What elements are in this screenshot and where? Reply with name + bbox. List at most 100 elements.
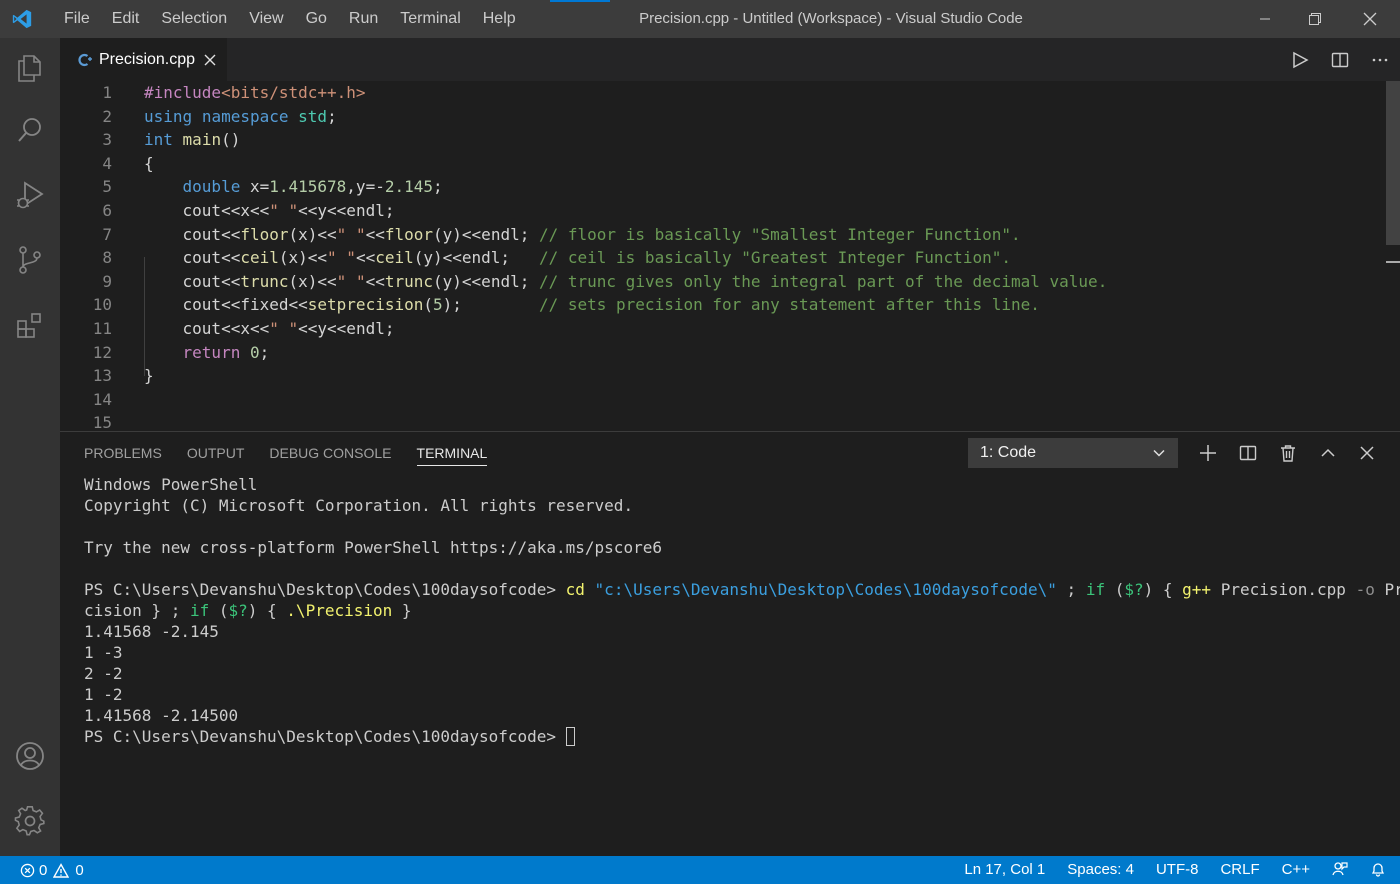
code-line[interactable]: 8 cout<<ceil(x)<<" "<<ceil(y)<<endl; // … [60, 246, 1380, 270]
terminal-text: 1 -3 [84, 643, 123, 662]
status-problems[interactable]: 0 0 [20, 856, 84, 884]
vscode-logo-icon [12, 9, 32, 29]
menu-help[interactable]: Help [472, 10, 527, 28]
code-line[interactable]: 1 #include<bits/stdc++.h> [60, 81, 1380, 105]
cursor-position[interactable]: Ln 17, Col 1 [953, 856, 1056, 884]
code-token: // trunc gives only the integral part of… [538, 271, 1108, 291]
code-token: <<y<<endl; [298, 319, 395, 338]
minimize-button[interactable] [1240, 0, 1290, 38]
code-line[interactable]: 6 cout<<x<<" "<<y<<endl; [60, 199, 1380, 223]
close-panel-button[interactable] [1352, 438, 1382, 468]
close-icon[interactable] [203, 53, 217, 67]
code-token: floor [384, 224, 434, 244]
menu-go[interactable]: Go [295, 10, 338, 28]
run-debug-button[interactable] [0, 167, 60, 223]
code-line[interactable]: 5 double x=1.415678,y=-2.145; [60, 175, 1380, 199]
code-token: cout<<fixed<< [144, 295, 308, 315]
code-token: } [144, 366, 154, 386]
code-line[interactable]: 12 return 0; [60, 341, 1380, 365]
menu-terminal[interactable]: Terminal [389, 10, 471, 28]
new-terminal-button[interactable] [1193, 438, 1223, 468]
menu-view[interactable]: View [238, 10, 294, 28]
files-icon [18, 55, 41, 82]
code-line[interactable]: 3 int main() [60, 128, 1380, 152]
bottom-panel: PROBLEMS OUTPUT DEBUG CONSOLE TERMINAL 1… [60, 431, 1400, 857]
tab-precision-cpp[interactable]: Precision.cpp [60, 38, 227, 81]
terminal-select-value: 1: Code [980, 444, 1037, 461]
menu-file[interactable]: File [53, 10, 101, 28]
code-line[interactable]: 15 [60, 411, 1380, 431]
code-text: cout<<trunc(x)<<" "<<trunc(y)<<endl; // … [144, 270, 1108, 294]
code-token: // sets precision for any statement afte… [538, 295, 1040, 315]
code-line[interactable]: 9 cout<<trunc(x)<<" "<<trunc(y)<<endl; /… [60, 270, 1380, 294]
close-window-button[interactable] [1345, 0, 1395, 38]
code-token: trunc [240, 271, 289, 291]
search-button[interactable] [0, 102, 60, 158]
terminal-text: .\Precision [286, 601, 393, 620]
tab-output[interactable]: OUTPUT [187, 432, 245, 474]
notifications-button[interactable] [1359, 856, 1400, 884]
restore-button[interactable] [1290, 0, 1340, 38]
code-line[interactable]: 10 cout<<fixed<<setprecision(5); // sets… [60, 293, 1380, 317]
menu-edit[interactable]: Edit [101, 10, 151, 28]
tab-terminal[interactable]: TERMINAL [416, 432, 487, 474]
terminal-line: 1.41568 -2.14500 [84, 705, 1384, 726]
code-token: namespace [201, 106, 289, 126]
code-line[interactable]: 13} [60, 364, 1380, 388]
menu-selection[interactable]: Selection [150, 10, 238, 28]
editor-scrollbar[interactable] [1386, 81, 1400, 245]
manage-button[interactable] [0, 793, 60, 849]
code-token: double [182, 177, 241, 197]
code-editor[interactable]: 1 #include<bits/stdc++.h> 2 using namespace… [60, 81, 1400, 431]
source-control-icon [19, 246, 41, 274]
line-number: 3 [102, 130, 112, 150]
gear-icon [14, 805, 45, 836]
code-line[interactable]: 2 using namespace std; [60, 105, 1380, 129]
language-mode[interactable]: C++ [1271, 856, 1321, 884]
run-code-button[interactable] [1280, 38, 1320, 81]
code-token: " " [269, 201, 299, 220]
code-token: (y)<<endl; [433, 224, 539, 244]
code-line[interactable]: 14 [60, 388, 1380, 412]
terminal-select[interactable]: 1: Code [968, 438, 1178, 468]
code-line[interactable]: 7 cout<<floor(x)<<" "<<floor(y)<<endl; /… [60, 223, 1380, 247]
terminal-output[interactable]: Windows PowerShell Copyright (C) Microsof… [84, 474, 1400, 747]
menu-run[interactable]: Run [338, 10, 389, 28]
split-terminal-button[interactable] [1233, 438, 1263, 468]
terminal-text: cision } ; [84, 601, 190, 620]
line-number: 12 [92, 342, 112, 362]
end-of-line[interactable]: CRLF [1209, 856, 1270, 884]
code-token: // floor is basically "Smallest Integer … [538, 224, 1021, 244]
kill-terminal-button[interactable] [1273, 438, 1303, 468]
code-text: } [144, 364, 154, 388]
extensions-button[interactable] [0, 297, 60, 353]
encoding[interactable]: UTF-8 [1145, 856, 1210, 884]
tab-problems[interactable]: PROBLEMS [84, 432, 162, 474]
maximize-panel-button[interactable] [1313, 438, 1343, 468]
indentation[interactable]: Spaces: 4 [1056, 856, 1145, 884]
explorer-button[interactable] [0, 40, 60, 96]
terminal-line: 1 -2 [84, 684, 1384, 705]
code-line[interactable]: 4{ [60, 152, 1380, 176]
trash-icon [1281, 445, 1295, 462]
code-line[interactable]: 11 cout<<x<<" "<<y<<endl; [60, 317, 1380, 341]
code-token: cout<< [144, 248, 241, 268]
close-icon [1360, 446, 1374, 460]
code-token: 5 [433, 295, 443, 315]
title-accent [550, 0, 610, 2]
terminal-text: $? [228, 601, 248, 620]
terminal-text: Pre [1384, 580, 1400, 599]
split-editor-button[interactable] [1320, 38, 1360, 81]
panel-tabs: PROBLEMS OUTPUT DEBUG CONSOLE TERMINAL [84, 432, 512, 474]
code-token: (y)<<endl; [433, 271, 539, 291]
accounts-button[interactable] [0, 728, 60, 784]
error-icon [20, 863, 35, 877]
source-control-button[interactable] [0, 232, 60, 288]
terminal-text: if [189, 601, 210, 620]
cpp-file-icon [78, 53, 92, 66]
code-token: { [144, 153, 154, 173]
more-actions-button[interactable] [1360, 38, 1400, 81]
tab-debug-console[interactable]: DEBUG CONSOLE [269, 432, 391, 474]
feedback-button[interactable] [1321, 856, 1359, 884]
